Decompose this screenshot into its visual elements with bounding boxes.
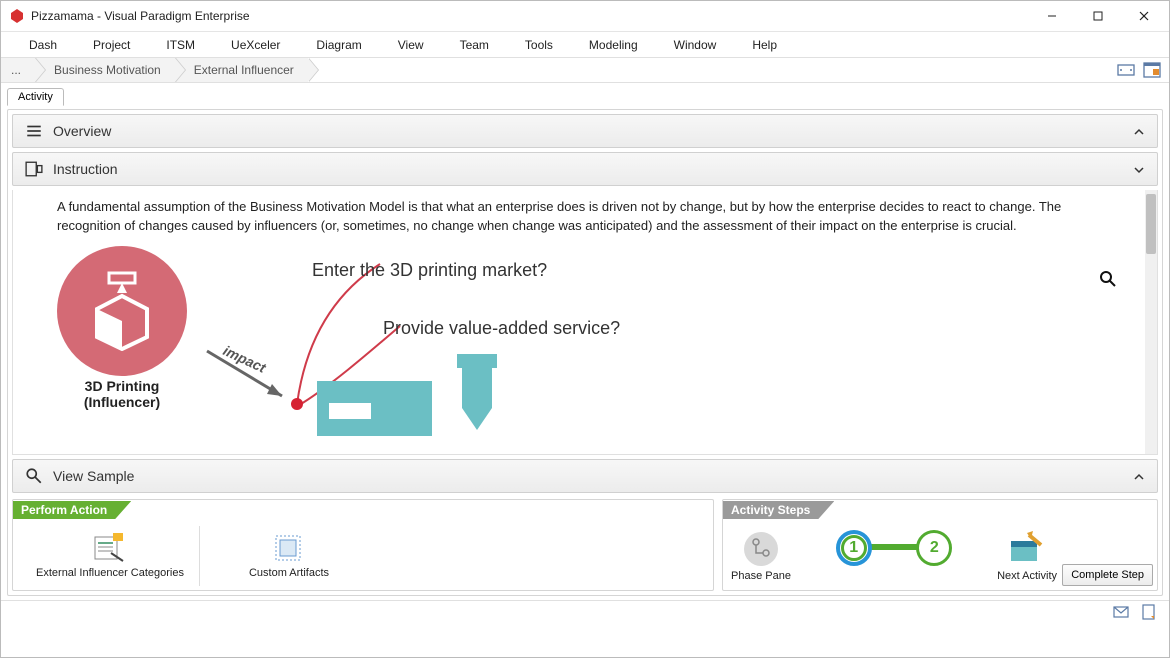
menu-project[interactable]: Project <box>75 34 148 56</box>
instruction-diagram: 3D Printing (Influencer) impact Enter th… <box>57 246 1141 436</box>
menu-uexceler[interactable]: UeXceler <box>213 34 298 56</box>
menu-itsm[interactable]: ITSM <box>148 34 213 56</box>
section-instruction-label: Instruction <box>53 161 118 177</box>
section-instruction[interactable]: Instruction <box>12 152 1158 186</box>
activity-steps-title: Activity Steps <box>723 501 834 519</box>
tab-activity[interactable]: Activity <box>7 88 64 106</box>
influencer-label: 3D Printing (Influencer) <box>57 378 187 412</box>
action-external-influencer-categories[interactable]: External Influencer Categories <box>21 523 199 589</box>
menu-window[interactable]: Window <box>656 34 735 56</box>
step-2[interactable]: 2 <box>916 530 952 582</box>
printer-body <box>317 381 432 436</box>
section-view-sample-label: View Sample <box>53 468 134 484</box>
menu-view[interactable]: View <box>380 34 442 56</box>
scrollbar[interactable] <box>1145 190 1157 454</box>
menubar: Dash Project ITSM UeXceler Diagram View … <box>1 31 1169 57</box>
complete-step-button[interactable]: Complete Step <box>1062 564 1153 586</box>
breadcrumb-item-1[interactable]: External Influencer <box>175 58 308 82</box>
menu-diagram[interactable]: Diagram <box>298 34 379 56</box>
tab-strip: Activity <box>1 83 1169 105</box>
action-custom-artifacts[interactable]: Custom Artifacts <box>200 523 378 589</box>
printer-head <box>452 354 502 436</box>
instruction-icon <box>25 160 43 178</box>
chevron-down-icon <box>1133 163 1145 175</box>
phase-pane-step[interactable]: Phase Pane <box>731 531 791 582</box>
note-icon[interactable] <box>1141 604 1157 620</box>
perform-action-panel: Perform Action External Influencer Categ… <box>12 499 714 591</box>
chevron-up-icon <box>1133 470 1145 482</box>
main-panel: Overview Instruction A fundamental assum… <box>7 109 1163 596</box>
impact-point <box>291 398 303 410</box>
minimize-button[interactable] <box>1029 1 1075 31</box>
instruction-body: A fundamental assumption of the Business… <box>12 190 1158 455</box>
menu-dash[interactable]: Dash <box>11 34 75 56</box>
mail-icon[interactable] <box>1113 604 1129 620</box>
breadcrumb: ... Business Motivation External Influen… <box>1 57 1169 83</box>
next-activity-step[interactable]: Next Activity <box>997 531 1057 582</box>
chevron-up-icon <box>1133 125 1145 137</box>
activity-steps-panel: Activity Steps Phase Pane 1 2 Next Ac <box>722 499 1158 591</box>
question-1: Enter the 3D printing market? <box>312 260 547 281</box>
perform-action-title: Perform Action <box>13 501 131 519</box>
menu-help[interactable]: Help <box>734 34 795 56</box>
maximize-button[interactable] <box>1075 1 1121 31</box>
menu-tools[interactable]: Tools <box>507 34 571 56</box>
influencer-circle <box>57 246 187 376</box>
question-2: Provide value-added service? <box>383 318 620 339</box>
section-overview[interactable]: Overview <box>12 114 1158 148</box>
section-overview-label: Overview <box>53 123 111 139</box>
statusbar <box>1 600 1169 622</box>
search-icon <box>25 467 43 485</box>
menu-team[interactable]: Team <box>442 34 507 56</box>
window-title: Pizzamama - Visual Paradigm Enterprise <box>31 9 250 23</box>
panel-icon[interactable] <box>1143 61 1161 79</box>
layout-icon[interactable] <box>1117 61 1135 79</box>
titlebar: Pizzamama - Visual Paradigm Enterprise <box>1 1 1169 31</box>
breadcrumb-item-0[interactable]: Business Motivation <box>35 58 175 82</box>
menu-modeling[interactable]: Modeling <box>571 34 656 56</box>
breadcrumb-root[interactable]: ... <box>1 58 35 82</box>
app-icon <box>9 8 25 24</box>
close-button[interactable] <box>1121 1 1167 31</box>
hamburger-icon <box>25 122 43 140</box>
step-1[interactable]: 1 <box>836 530 872 582</box>
section-view-sample[interactable]: View Sample <box>12 459 1158 493</box>
scrollbar-thumb[interactable] <box>1146 194 1156 254</box>
instruction-paragraph: A fundamental assumption of the Business… <box>57 198 1121 236</box>
